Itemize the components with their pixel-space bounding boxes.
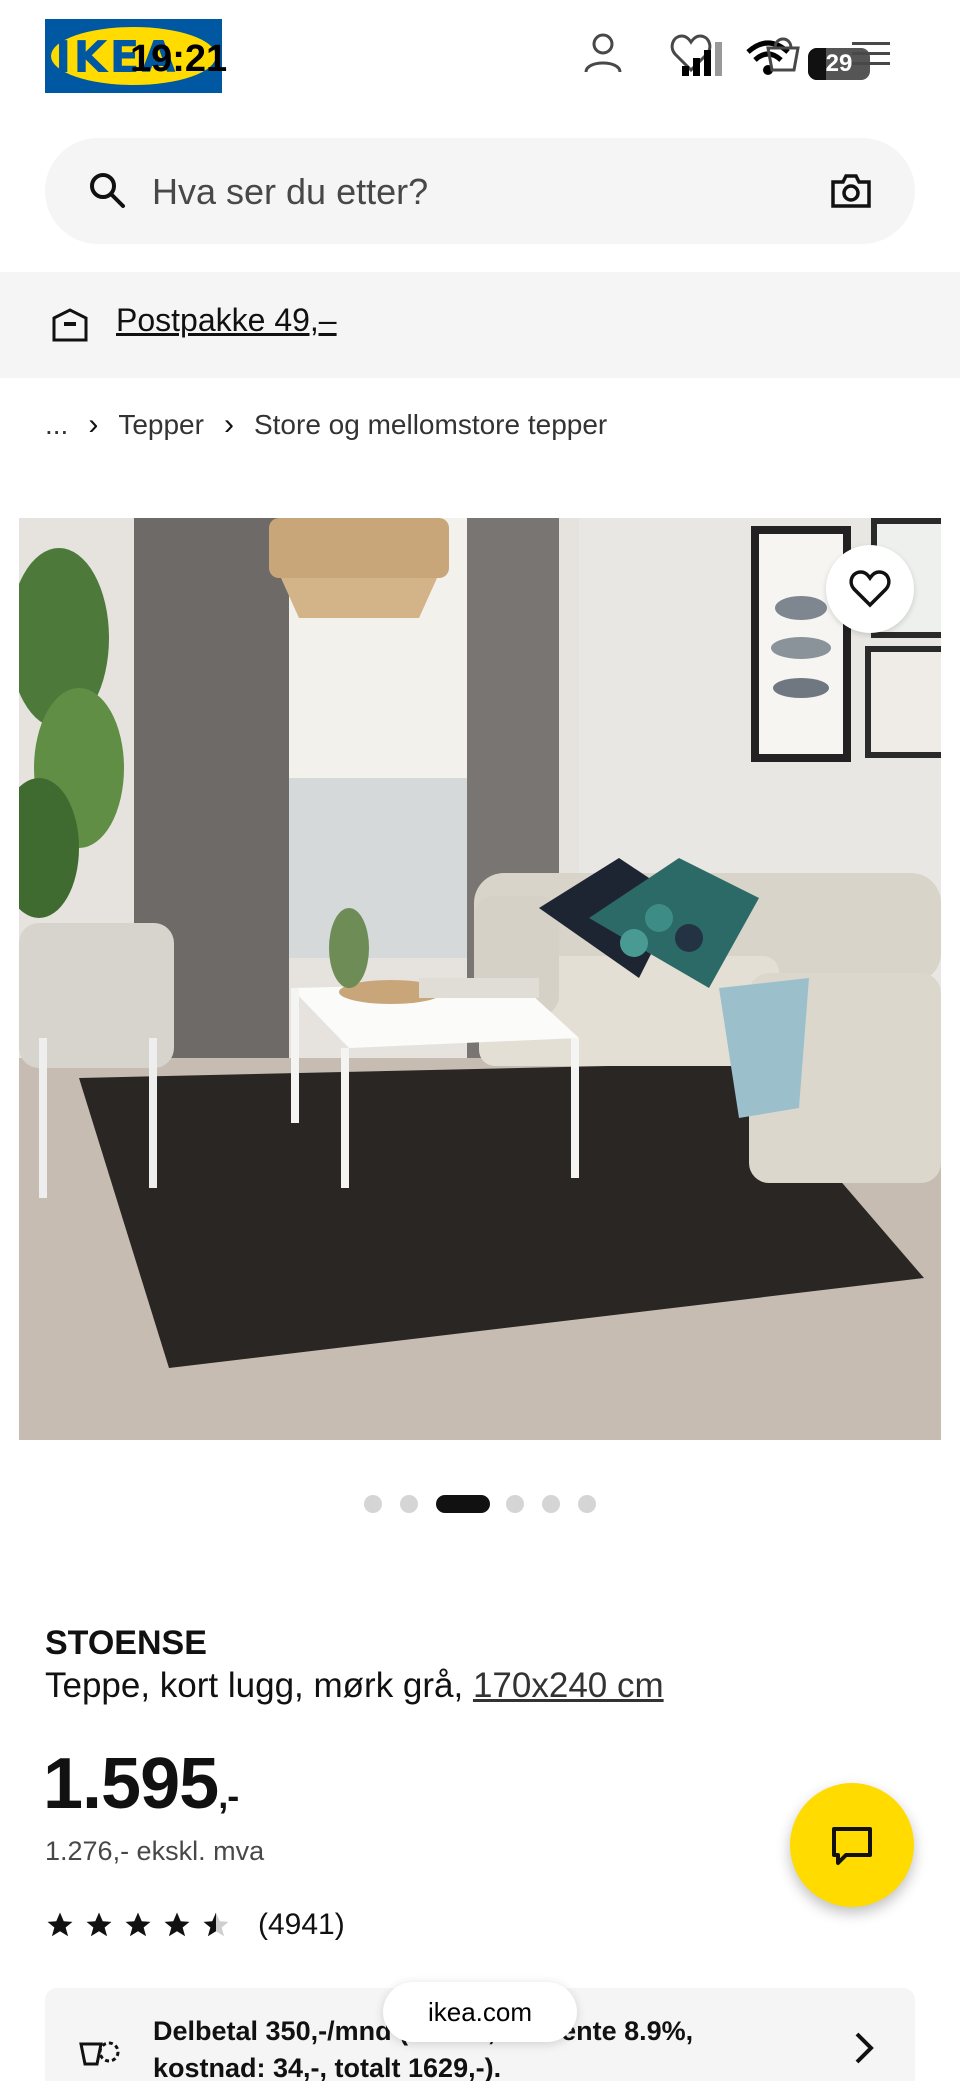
payment-icon: [77, 2030, 123, 2075]
size-link[interactable]: 170x240 cm: [473, 1666, 664, 1705]
battery-level: 29: [825, 50, 853, 77]
star-half-icon: [203, 1912, 229, 1937]
review-count[interactable]: (4941): [258, 1908, 345, 1942]
breadcrumb-item-tepper[interactable]: Tepper: [118, 409, 204, 441]
delivery-box-icon: [50, 304, 90, 349]
search-icon[interactable]: [87, 170, 127, 215]
delivery-link[interactable]: Postpakke 49,–: [116, 302, 337, 339]
header: IKEA 19:21 29: [0, 0, 960, 112]
status-time: 19:21: [130, 38, 228, 80]
search-bar[interactable]: Hva ser du etter?: [45, 138, 915, 244]
search-input[interactable]: Hva ser du etter?: [152, 171, 428, 213]
breadcrumb-item-store-tepper[interactable]: Store og mellomstore tepper: [254, 409, 607, 441]
star-icon: [164, 1912, 190, 1937]
installment-line-2: kostnad: 34,-, totalt 1629,-).: [153, 2053, 502, 2081]
signal-icon: [680, 40, 724, 83]
price-suffix: ,-: [218, 1775, 239, 1816]
price-ex-vat: 1.276,- ekskl. mva: [45, 1836, 265, 1866]
chevron-right-icon: ›: [223, 408, 234, 441]
star-icon: [125, 1912, 151, 1937]
favorite-button[interactable]: [826, 545, 914, 633]
menu-icon[interactable]: [850, 30, 892, 81]
breadcrumb-ellipsis[interactable]: ...: [45, 409, 68, 441]
person-icon[interactable]: [580, 30, 626, 81]
carousel-dot[interactable]: [400, 1495, 418, 1513]
carousel-dot-active[interactable]: [436, 1495, 490, 1513]
carousel-indicator: [0, 1495, 960, 1515]
carousel-dot[interactable]: [364, 1495, 382, 1513]
chevron-right-icon: ›: [88, 408, 99, 441]
product-description: Teppe, kort lugg, mørk grå, 170x240 cm: [45, 1666, 664, 1706]
carousel-dot[interactable]: [578, 1495, 596, 1513]
browser-url[interactable]: ikea.com: [383, 1982, 577, 2042]
product-image[interactable]: [19, 518, 941, 1440]
basket-icon[interactable]: [760, 30, 806, 81]
product-name: STOENSE: [45, 1624, 207, 1662]
camera-icon[interactable]: [829, 168, 873, 217]
breadcrumb: ... › Tepper › Store og mellomstore tepp…: [45, 408, 607, 442]
delivery-banner[interactable]: Postpakke 49,–: [0, 272, 960, 378]
star-icon: [47, 1912, 73, 1937]
product-type: Teppe, kort lugg, mørk grå,: [45, 1666, 473, 1705]
product-price: 1.595,-: [43, 1743, 239, 1825]
chat-icon: [832, 1827, 872, 1865]
carousel-dot[interactable]: [506, 1495, 524, 1513]
chevron-right-icon[interactable]: [851, 2028, 877, 2073]
chat-button[interactable]: [790, 1783, 914, 1907]
rating[interactable]: (4941): [45, 1908, 345, 1942]
star-icon: [86, 1912, 112, 1937]
living-room-scene: [19, 518, 941, 1440]
carousel-dot[interactable]: [542, 1495, 560, 1513]
heart-icon: [849, 570, 891, 608]
price-amount: 1.595: [43, 1744, 219, 1824]
